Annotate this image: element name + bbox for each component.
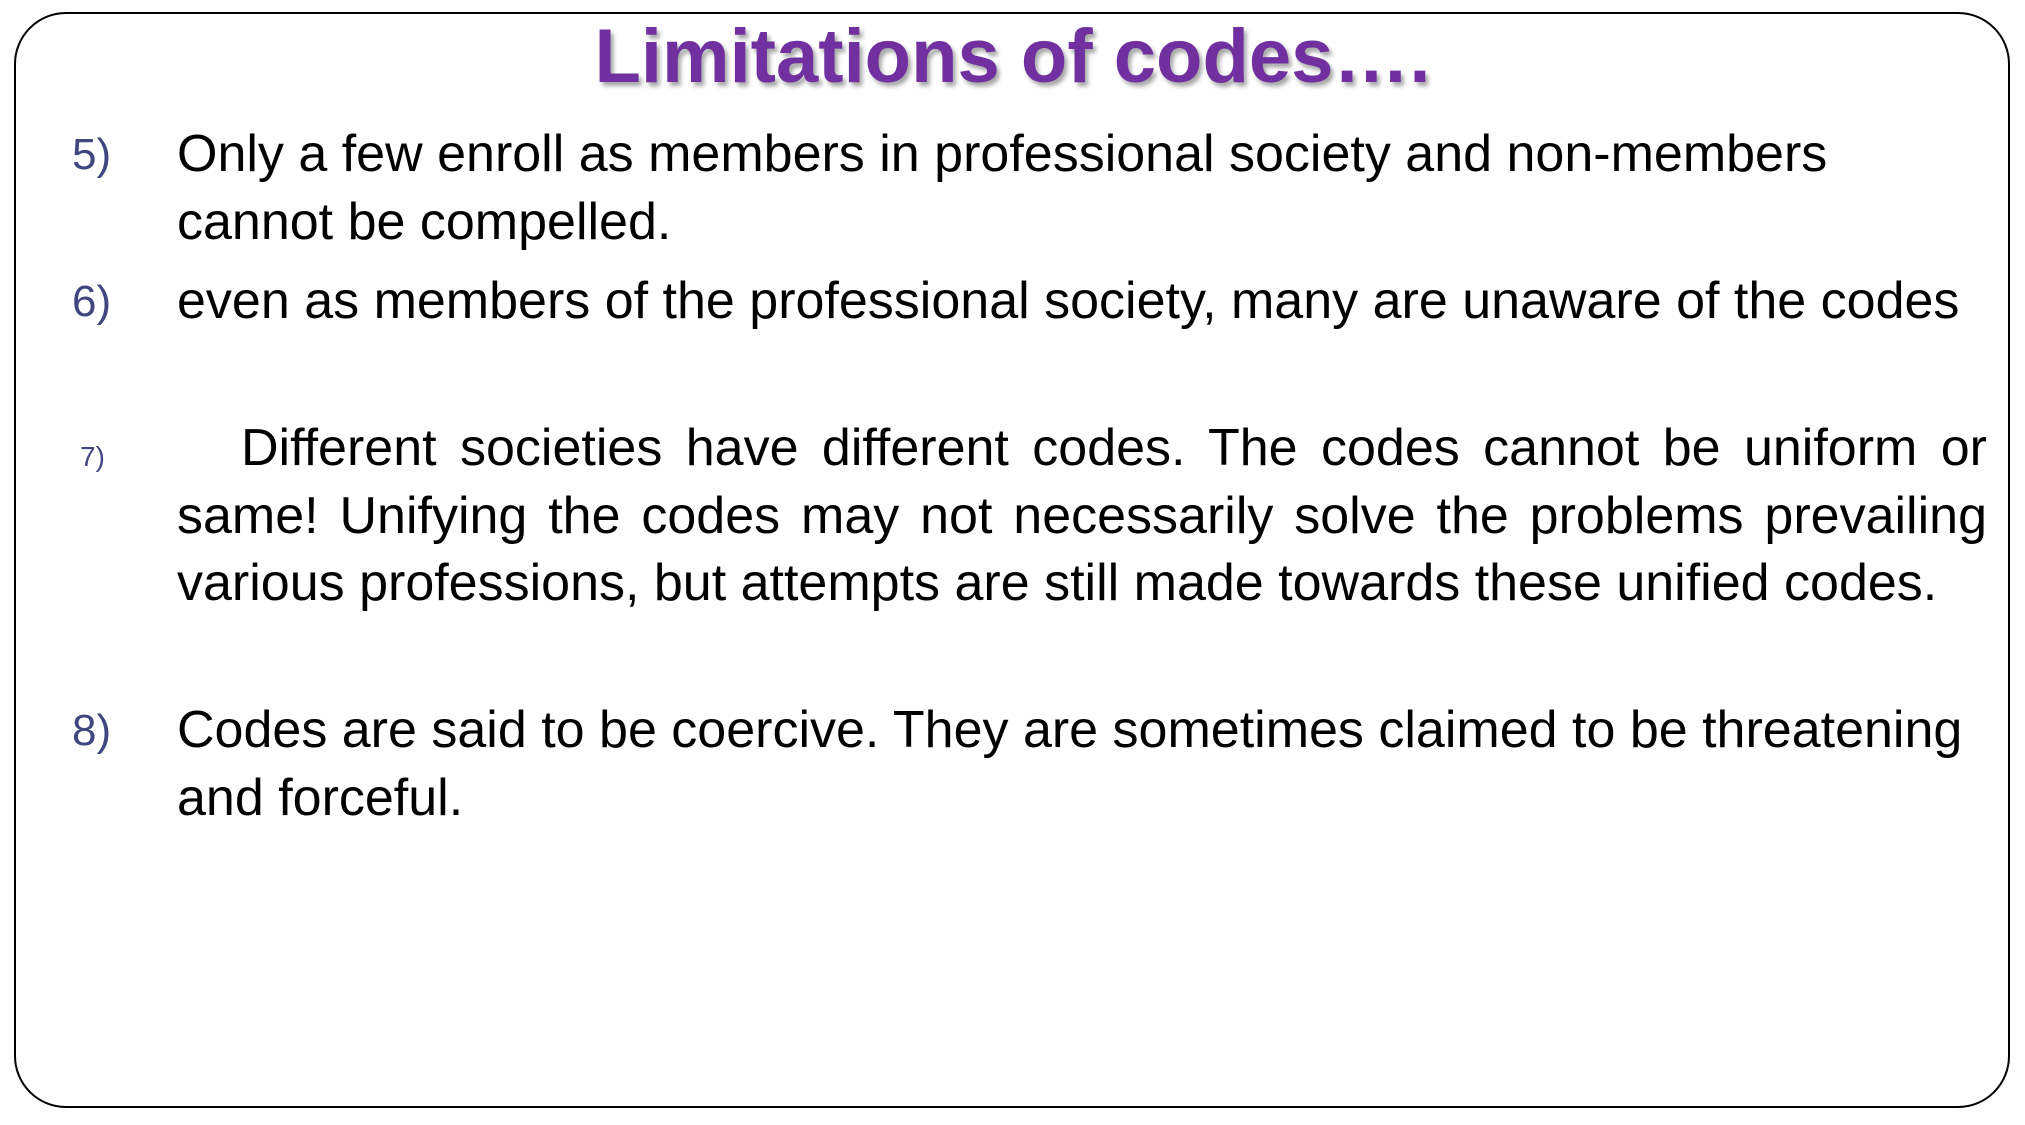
item-text: Different societies have different codes…: [177, 419, 1987, 612]
item-number: 7): [80, 441, 105, 472]
item-text: even as members of the professional soci…: [177, 272, 1960, 330]
item-number: 8): [72, 706, 112, 755]
item-number: 6): [72, 277, 112, 326]
item-text: Only a few enroll as members in professi…: [177, 125, 1828, 251]
slide-title: Limitations of codes….: [594, 14, 1431, 99]
item-number: 5): [72, 130, 112, 179]
item-text: Codes are said to be coercive. They are …: [177, 701, 1963, 827]
